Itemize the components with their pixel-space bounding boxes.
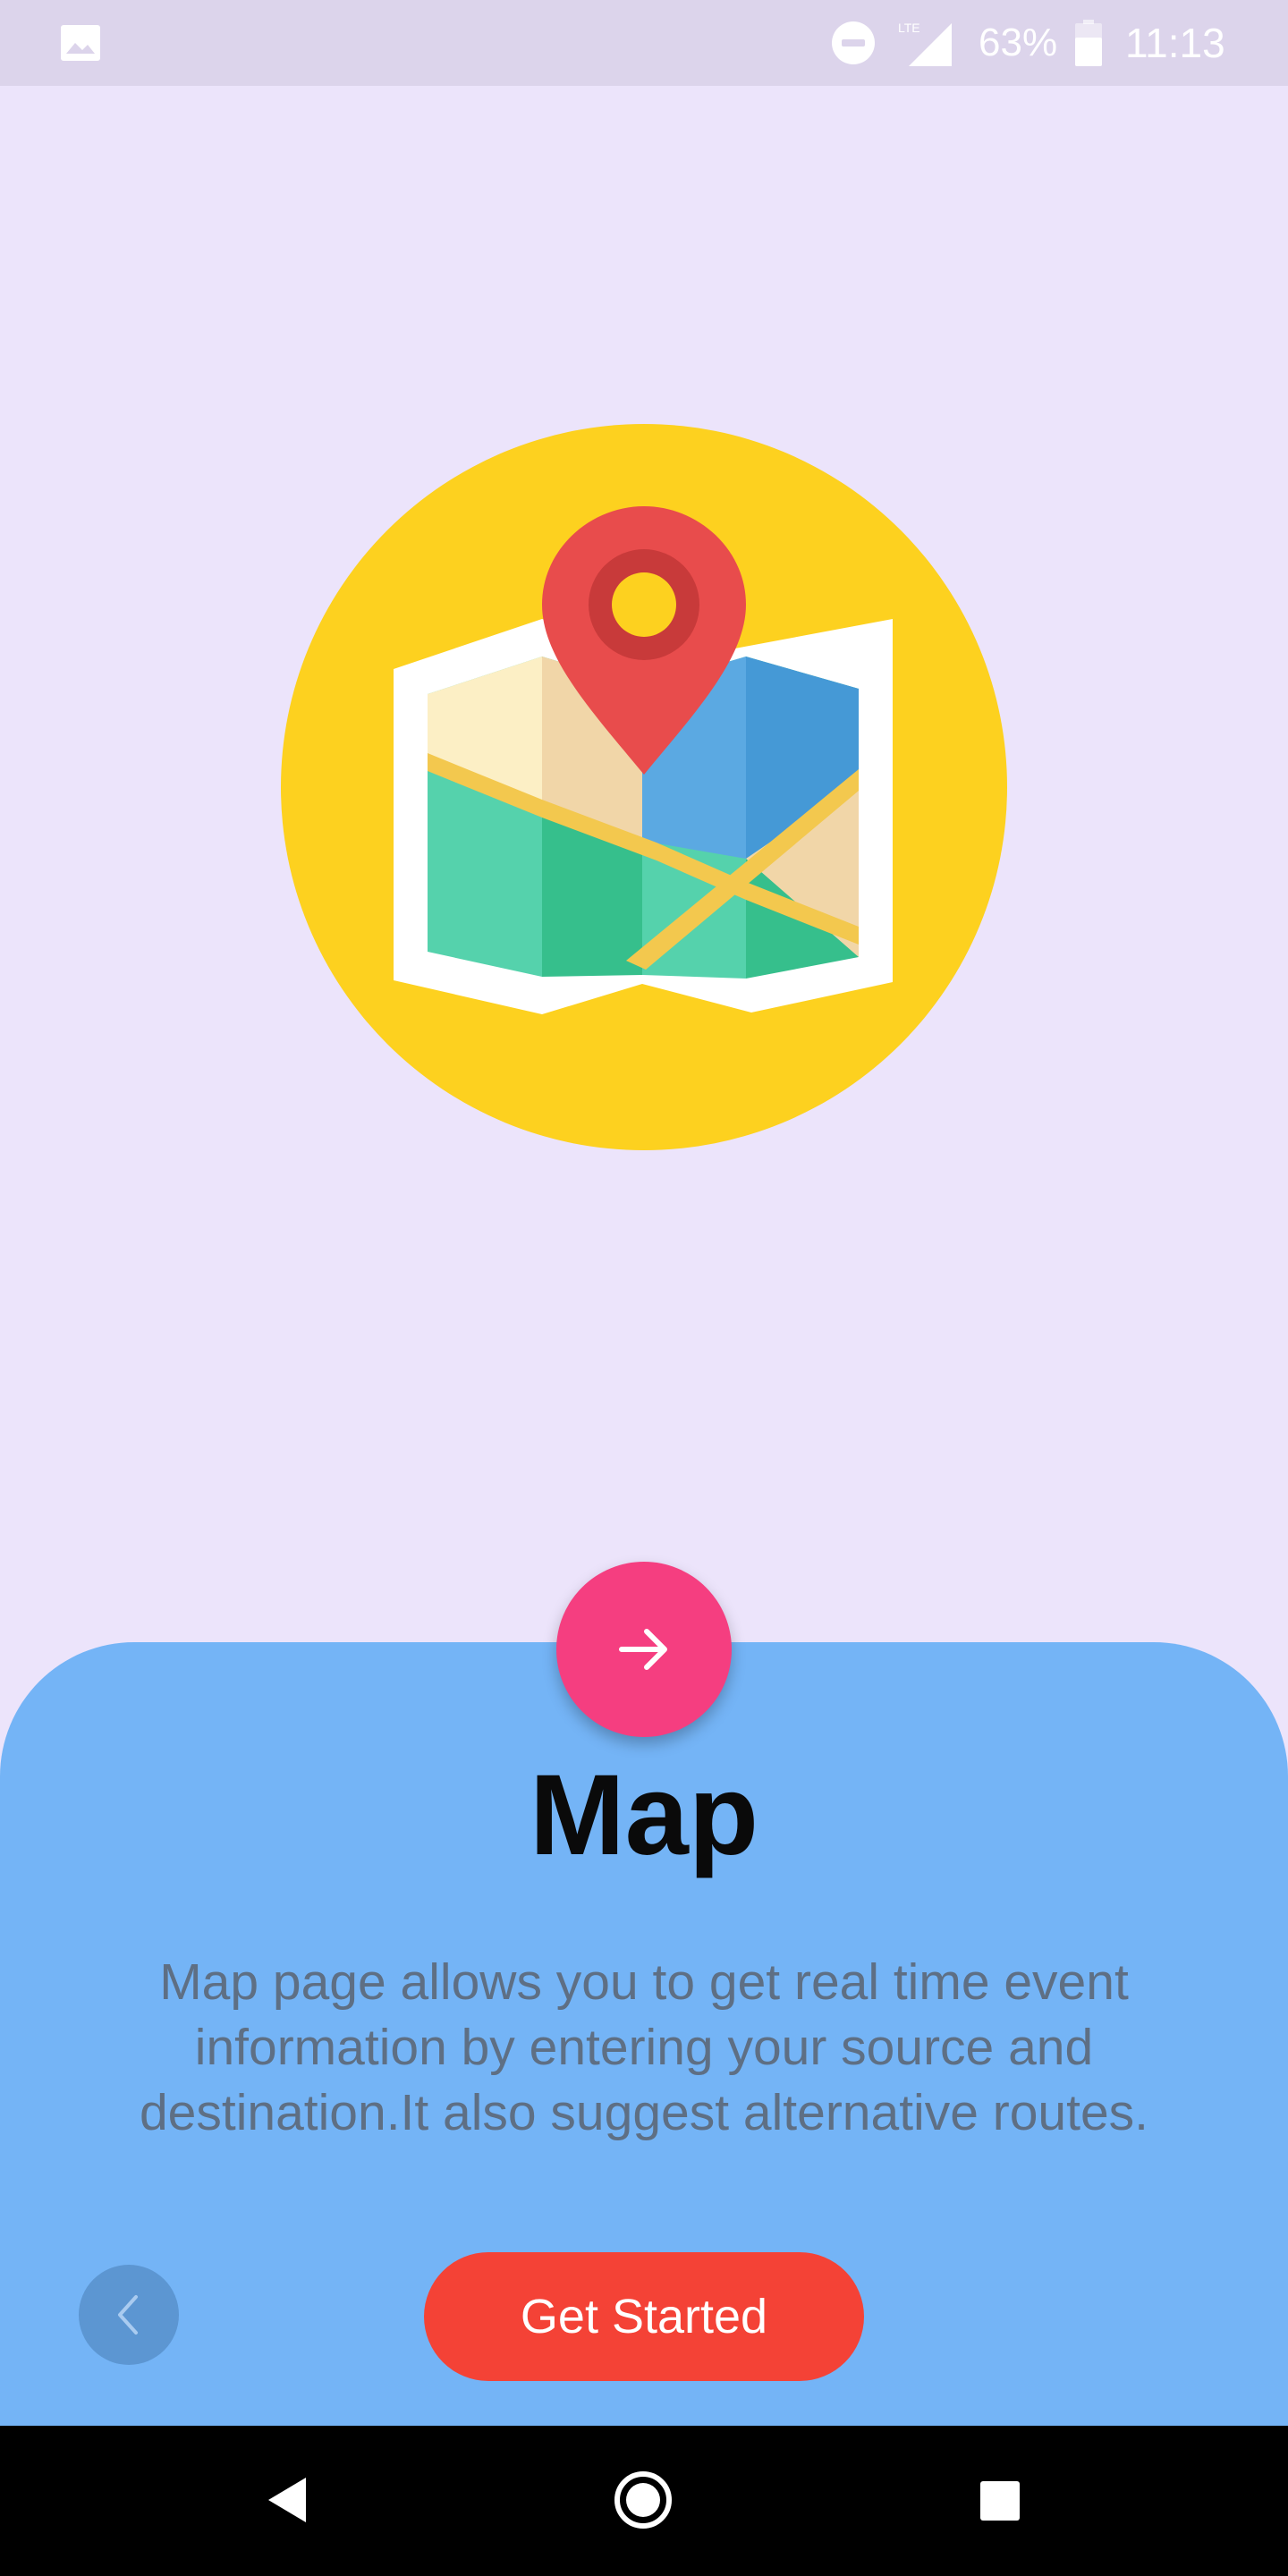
battery-icon xyxy=(1075,20,1102,66)
description-line: information by entering your source and xyxy=(194,2019,1094,2076)
lte-signal-icon: LTE xyxy=(898,21,952,66)
navigation-bar xyxy=(0,2426,1288,2576)
nav-recents-icon[interactable] xyxy=(980,2481,1020,2521)
nav-back-icon[interactable] xyxy=(265,2476,308,2524)
status-bar: LTE 63% 11:13 xyxy=(0,0,1288,86)
battery-percent: 63% xyxy=(979,21,1058,64)
nav-home-icon[interactable] xyxy=(614,2470,673,2529)
chevron-left-icon xyxy=(118,2295,138,2334)
map-illustration-icon xyxy=(281,424,1007,1150)
onboarding-screen: LTE 63% 11:13 Map Map page allows you to… xyxy=(0,0,1288,2576)
do-not-disturb-icon xyxy=(832,21,875,64)
clock: 11:13 xyxy=(1125,20,1225,66)
svg-text:LTE: LTE xyxy=(898,21,920,35)
next-button[interactable] xyxy=(556,1562,732,1737)
page-title: Map xyxy=(530,1751,758,1879)
arrow-right-icon xyxy=(619,1629,667,1670)
page-description: Map page allows you to get real time eve… xyxy=(72,1950,1216,2146)
image-notification-icon xyxy=(61,25,100,61)
description-line: destination.It also suggest alternative … xyxy=(139,2084,1148,2141)
back-button[interactable] xyxy=(79,2265,179,2365)
description-line: Map page allows you to get real time eve… xyxy=(159,1953,1129,2011)
get-started-button[interactable]: Get Started xyxy=(424,2252,864,2381)
